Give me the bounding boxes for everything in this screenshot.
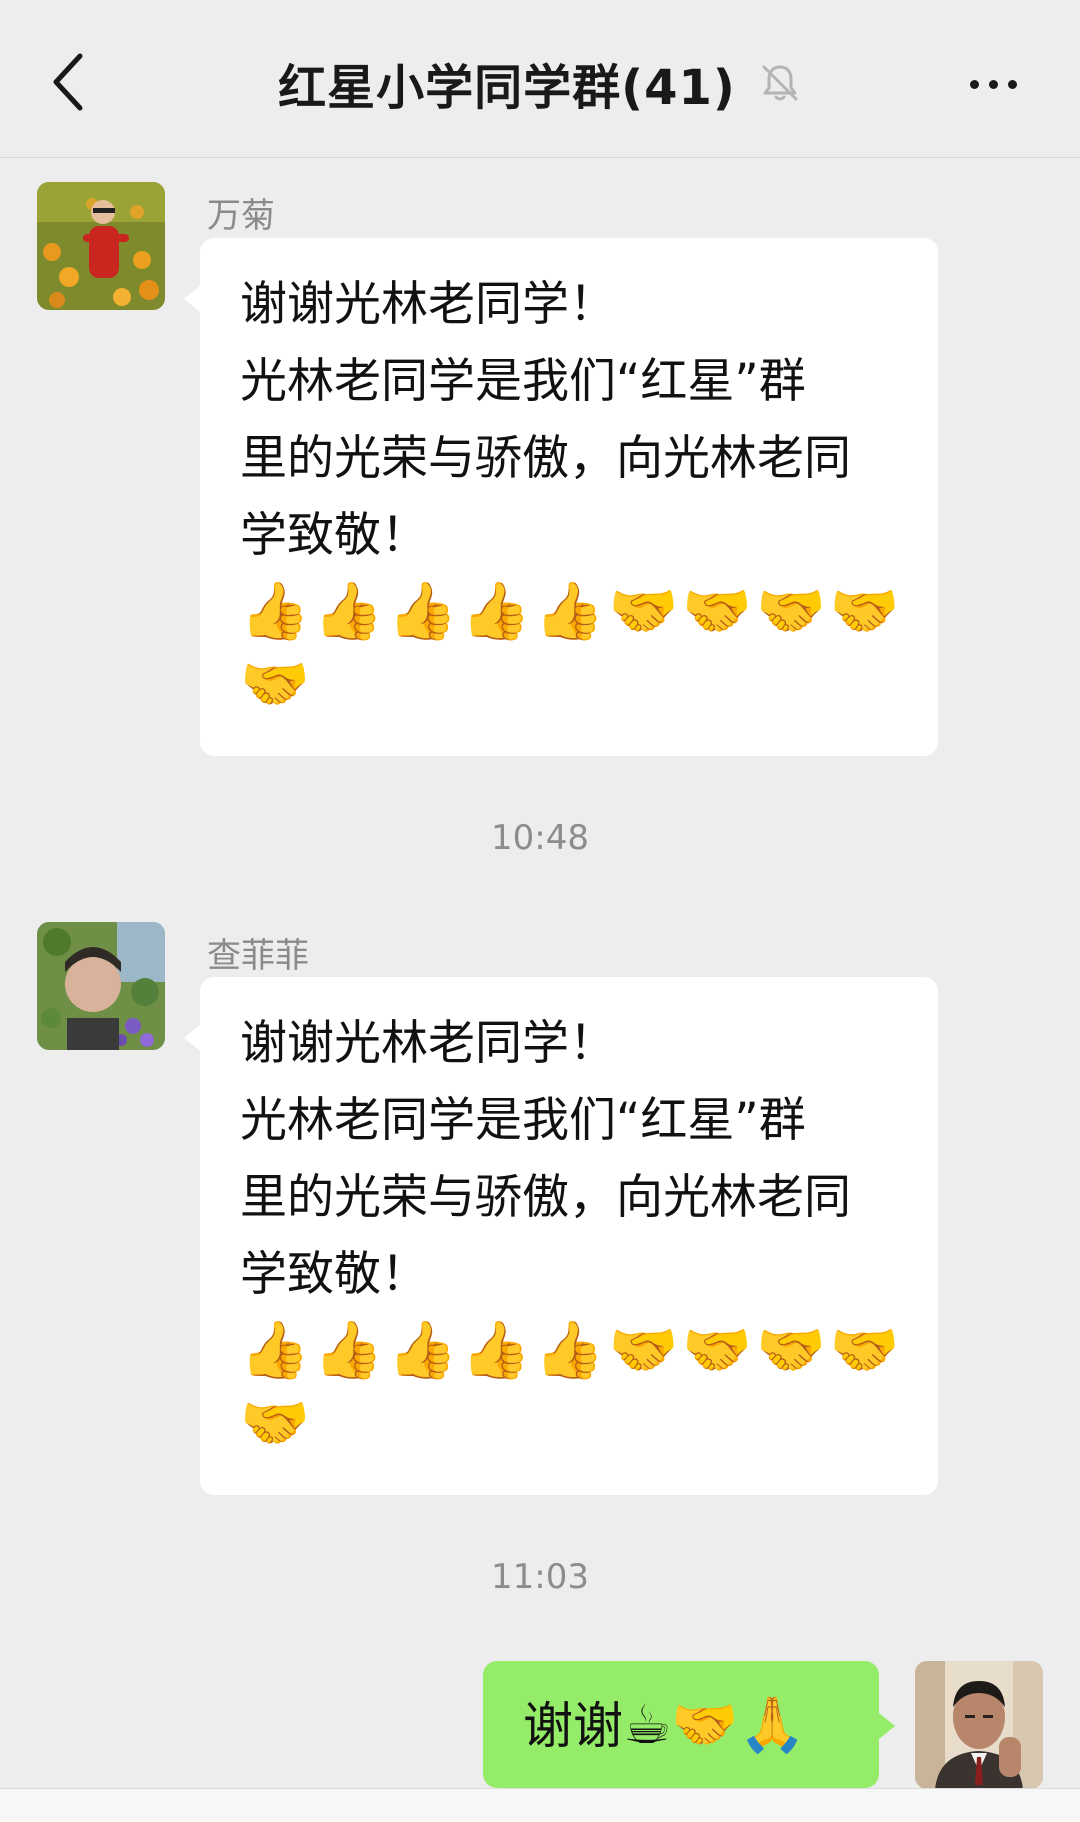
more-options-button[interactable] xyxy=(948,56,1038,112)
chevron-left-icon xyxy=(53,53,83,111)
chat-header: 红星小学同学群(41) xyxy=(0,0,1080,158)
back-button[interactable] xyxy=(38,50,98,114)
timestamp: 10:48 xyxy=(491,818,589,858)
chat-title: 红星小学同学群(41) xyxy=(278,60,736,116)
message-line: 学致敬！ xyxy=(240,1247,428,1302)
message-bubble[interactable]: 谢谢光林老同学！ 光林老同学是我们“红星”群 里的光荣与骄傲，向光林老同 学致敬… xyxy=(184,238,938,756)
message-line: 光林老同学是我们“红星”群 xyxy=(240,354,806,409)
message-line: 谢谢光林老同学！ xyxy=(240,277,616,332)
bell-off-icon xyxy=(762,65,798,101)
bottom-input-bar xyxy=(0,1788,1080,1822)
sender-name: 万菊 xyxy=(207,196,275,236)
self-message-bubble[interactable]: 谢谢☕🤝🙏 xyxy=(483,1661,895,1788)
message-line: 光林老同学是我们“红星”群 xyxy=(240,1093,806,1148)
avatar[interactable] xyxy=(37,922,165,1050)
timestamp: 11:03 xyxy=(491,1557,589,1597)
emoji-row: 🤝 xyxy=(240,1391,310,1456)
more-dots-icon xyxy=(969,79,979,89)
emoji-row: 👍👍👍👍👍🤝🤝🤝🤝 xyxy=(240,579,904,644)
message-line: 里的光荣与骄傲，向光林老同 xyxy=(240,1170,851,1225)
avatar[interactable] xyxy=(37,182,165,310)
message-line: 谢谢光林老同学！ xyxy=(240,1016,616,1071)
message-line: 里的光荣与骄傲，向光林老同 xyxy=(240,431,851,486)
self-message-emojis: ☕🤝🙏 xyxy=(623,1693,806,1756)
self-avatar[interactable] xyxy=(915,1661,1043,1789)
emoji-row: 🤝 xyxy=(240,652,310,717)
message-line: 学致敬！ xyxy=(240,508,428,563)
self-message-text: 谢谢 xyxy=(523,1697,623,1755)
message-bubble[interactable]: 谢谢光林老同学！ 光林老同学是我们“红星”群 里的光荣与骄傲，向光林老同 学致敬… xyxy=(184,977,938,1495)
sender-name: 查菲菲 xyxy=(207,936,309,976)
emoji-row: 👍👍👍👍👍🤝🤝🤝🤝 xyxy=(240,1318,904,1383)
